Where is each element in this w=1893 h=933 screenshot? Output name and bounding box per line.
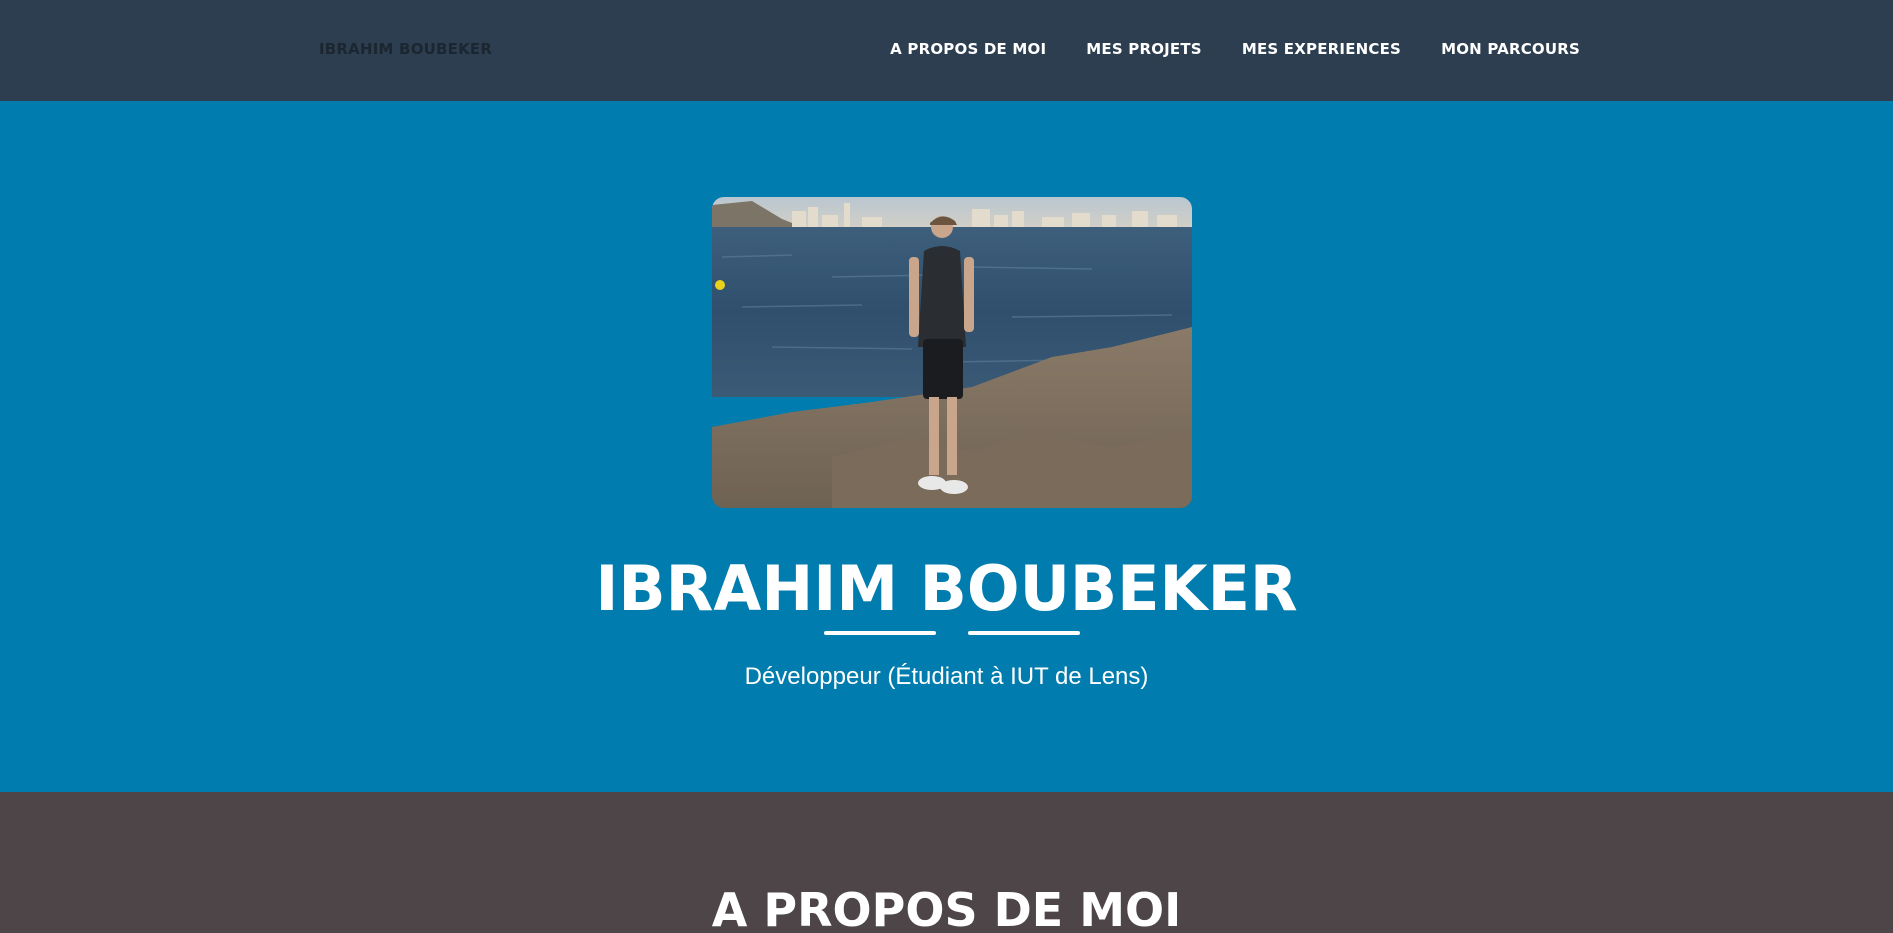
top-navbar: IBRAHIM BOUBEKER A PROPOS DE MOI MES PRO… [0,0,1893,101]
nav-link-a-propos[interactable]: A PROPOS DE MOI [890,40,1046,58]
brand-link[interactable]: IBRAHIM BOUBEKER [319,40,492,58]
nav-links: A PROPOS DE MOI MES PROJETS MES EXPERIEN… [890,40,1580,58]
hero-name: IBRAHIM BOUBEKER [595,552,1298,625]
divider-line-right [968,631,1080,635]
divider-line-left [824,631,936,635]
about-section: A PROPOS DE MOI [0,792,1893,933]
about-title: A PROPOS DE MOI [711,883,1182,933]
masthead: IBRAHIM BOUBEKER Développeur (Étudiant à… [0,101,1893,792]
profile-photo [712,197,1192,508]
nav-link-projets[interactable]: MES PROJETS [1086,40,1202,58]
nav-link-parcours[interactable]: MON PARCOURS [1441,40,1580,58]
hero-subtitle: Développeur (Étudiant à IUT de Lens) [744,663,1149,690]
nav-link-experiences[interactable]: MES EXPERIENCES [1242,40,1401,58]
